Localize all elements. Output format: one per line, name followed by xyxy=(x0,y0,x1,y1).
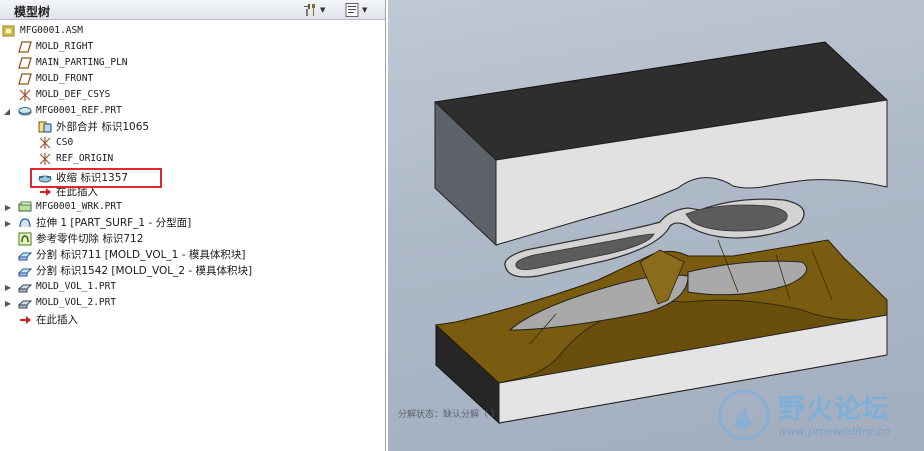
upper-mold-block[interactable] xyxy=(433,41,889,247)
datum-plane-icon xyxy=(18,57,32,69)
datum-plane-icon xyxy=(18,41,32,53)
tree-item-label: MOLD_DEF_CSYS xyxy=(36,89,111,100)
tree-item-main-parting-pln[interactable]: MAIN_PARTING_PLN xyxy=(18,55,128,71)
watermark-url: www.proewildfire.cn xyxy=(778,425,890,438)
tree-item-label: 参考零件切除 标识712 xyxy=(36,233,144,245)
selection-highlight-box xyxy=(30,168,162,188)
mold-3d-scene xyxy=(433,41,889,425)
tree-item-mfg0001-ref-prt[interactable]: MFG0001_REF.PRT xyxy=(18,103,122,119)
chevron-down-icon: ▼ xyxy=(320,6,326,14)
tree-item-ref-part-cutout[interactable]: 参考零件切除 标识712 xyxy=(18,231,143,247)
tree-item-label: MOLD_VOL_1.PRT xyxy=(36,281,117,292)
split-volume-icon xyxy=(18,252,32,261)
expand-icon[interactable]: ▶ xyxy=(4,299,12,308)
chevron-down-icon: ▼ xyxy=(362,6,368,14)
tree-item-label: MOLD_FRONT xyxy=(36,73,94,84)
workpiece-part-icon xyxy=(18,201,32,212)
mold-part-icon xyxy=(18,300,32,309)
coordinate-system-icon xyxy=(39,153,51,165)
split-volume-icon xyxy=(18,268,32,277)
tree-item-label: CS0 xyxy=(56,137,74,148)
collapse-icon[interactable]: ◢ xyxy=(3,107,11,116)
tree-item-external-merge[interactable]: 外部合并 标识1065 xyxy=(38,119,149,135)
coordinate-system-icon xyxy=(19,89,31,101)
tree-item-ref-origin[interactable]: REF_ORIGIN xyxy=(38,151,113,167)
expand-icon[interactable]: ▶ xyxy=(4,283,12,292)
model-tree-panel: 模型树 ▼ ▼ MFG0001.ASM MOLD_RIGHT MAIN_PART… xyxy=(0,0,386,451)
tools-icon xyxy=(304,4,315,16)
graphics-viewport[interactable]: 分解状态：缺认分解（ ） 野火论坛 www.proewildfire.cn xyxy=(388,0,924,451)
model-tree-header: 模型树 ▼ ▼ xyxy=(0,0,385,20)
tree-item-mold-def-csys[interactable]: MOLD_DEF_CSYS xyxy=(18,87,110,103)
tree-item-mold-vol-2[interactable]: MOLD_VOL_2.PRT xyxy=(18,295,116,311)
tree-item-mold-front[interactable]: MOLD_FRONT xyxy=(18,71,93,87)
model-tree-title: 模型树 xyxy=(14,5,51,19)
tree-item-insert-here-root[interactable]: 在此插入 xyxy=(18,312,78,328)
watermark-title: 野火论坛 xyxy=(778,394,890,425)
explode-state-label: 分解状态：缺认分解（ ） xyxy=(398,410,500,420)
tree-item-extrude-1[interactable]: 拉伸 1 [PART_SURF_1 - 分型面] xyxy=(18,215,191,231)
mold-part-icon xyxy=(18,284,32,293)
tree-settings-button[interactable]: ▼ xyxy=(302,1,325,19)
tree-item-label: 在此插入 xyxy=(36,314,78,326)
list-settings-icon xyxy=(345,3,359,17)
tree-item-label: MAIN_PARTING_PLN xyxy=(36,57,128,68)
tree-item-split-1542[interactable]: 分割 标识1542 [MOLD_VOL_2 - 模具体积块] xyxy=(18,263,252,279)
tree-item-mold-right[interactable]: MOLD_RIGHT xyxy=(18,39,93,55)
tree-item-label: MOLD_RIGHT xyxy=(36,41,94,52)
reference-part-icon xyxy=(18,107,32,116)
expand-icon[interactable]: ▶ xyxy=(4,203,12,212)
tree-item-mold-vol-1[interactable]: MOLD_VOL_1.PRT xyxy=(18,279,116,295)
tree-item-label: MFG0001.ASM xyxy=(20,25,83,36)
forum-watermark: 野火论坛 www.proewildfire.cn xyxy=(712,385,922,449)
tree-item-split-711[interactable]: 分割 标识711 [MOLD_VOL_1 - 模具体积块] xyxy=(18,247,245,263)
tree-columns-button[interactable]: ▼ xyxy=(344,1,367,19)
reference-part-cutout-icon xyxy=(18,232,32,246)
assembly-icon xyxy=(2,25,15,37)
tree-item-label: 拉伸 1 [PART_SURF_1 - 分型面] xyxy=(36,217,192,229)
tree-item-label: MFG0001_REF.PRT xyxy=(36,105,122,116)
merge-icon xyxy=(38,121,52,133)
insert-here-arrow-icon xyxy=(20,316,31,324)
tree-item-mfg0001-asm[interactable]: MFG0001.ASM xyxy=(2,23,83,39)
tree-item-label: MOLD_VOL_2.PRT xyxy=(36,297,117,308)
tree-item-mfg0001-wrk-prt[interactable]: MFG0001_WRK.PRT xyxy=(18,199,122,215)
tree-item-label: 外部合并 标识1065 xyxy=(56,121,150,133)
tree-item-label: 分割 标识711 [MOLD_VOL_1 - 模具体积块] xyxy=(36,249,246,261)
tree-item-label: REF_ORIGIN xyxy=(56,153,114,164)
watermark-logo xyxy=(718,389,770,441)
tree-item-label: 分割 标识1542 [MOLD_VOL_2 - 模具体积块] xyxy=(36,265,253,277)
tree-item-label: MFG0001_WRK.PRT xyxy=(36,201,122,212)
expand-icon[interactable]: ▶ xyxy=(4,219,12,228)
extrude-surface-icon xyxy=(19,218,31,228)
coordinate-system-icon xyxy=(39,137,51,149)
tree-item-cs0[interactable]: CS0 xyxy=(38,135,73,151)
datum-plane-icon xyxy=(18,73,32,85)
